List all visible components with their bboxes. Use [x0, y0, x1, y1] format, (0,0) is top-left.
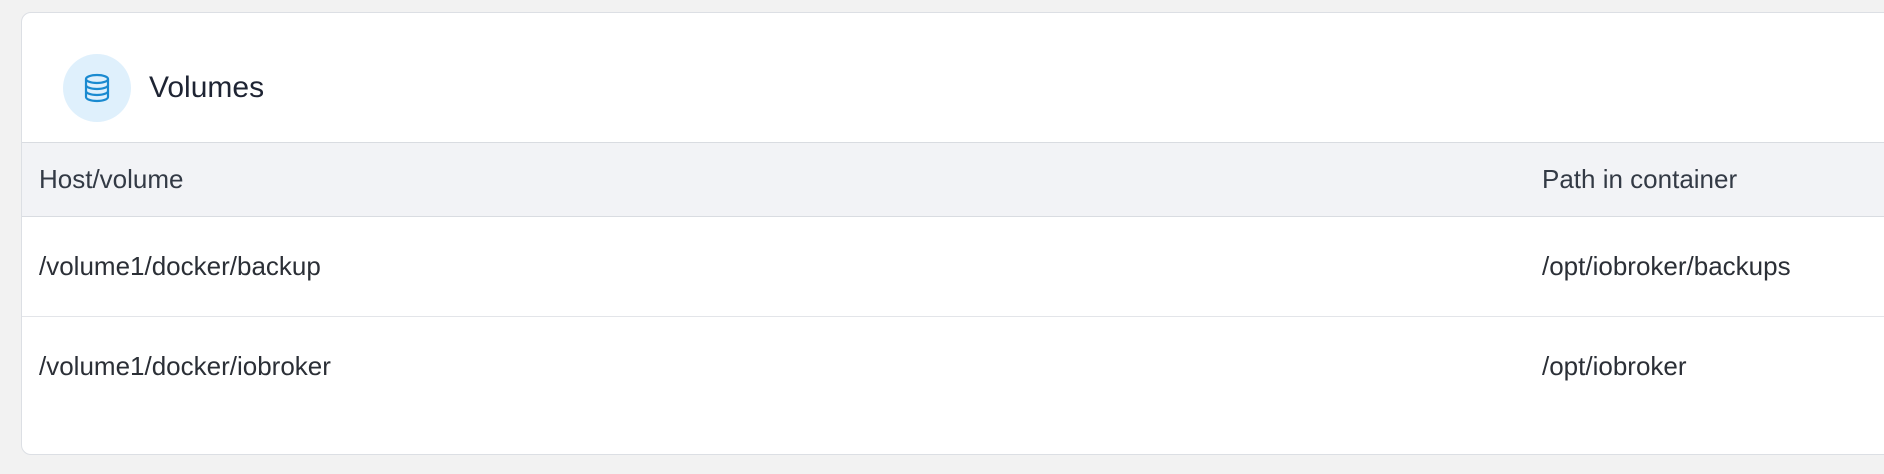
host-volume-cell: /volume1/docker/iobroker: [39, 351, 331, 381]
panel-header: Volumes: [22, 13, 1884, 143]
table-header: Host/volume Path in container: [22, 143, 1884, 217]
column-header-host-volume: Host/volume: [39, 164, 184, 194]
panel-title: Volumes: [149, 71, 265, 104]
volumes-panel: Volumes Host/volume Path in container /v…: [21, 12, 1884, 455]
database-icon: [63, 54, 131, 122]
container-path-cell: /opt/iobroker/backups: [1542, 251, 1791, 281]
table-row: /volume1/docker/backup /opt/iobroker/bac…: [22, 217, 1884, 317]
table-row: /volume1/docker/iobroker /opt/iobroker: [22, 317, 1884, 416]
host-volume-cell: /volume1/docker/backup: [39, 251, 321, 281]
column-header-path-in-container: Path in container: [1542, 164, 1738, 194]
container-path-cell: /opt/iobroker: [1542, 351, 1687, 381]
volumes-table: Host/volume Path in container /volume1/d…: [22, 143, 1884, 416]
